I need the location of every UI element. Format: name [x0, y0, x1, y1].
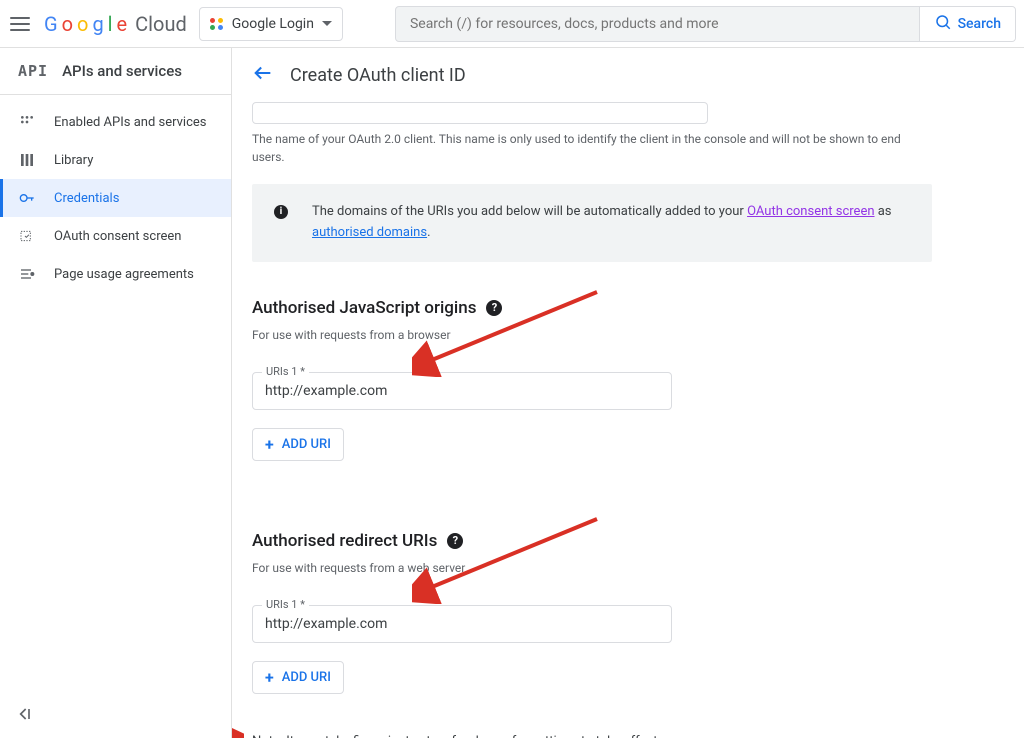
info-banner: i The domains of the URIs you add below …: [252, 184, 932, 262]
sidebar-item-label: Library: [54, 153, 93, 168]
redirect-uris-hint: For use with requests from a web server: [252, 561, 932, 575]
redirect-uri-input[interactable]: [252, 605, 672, 643]
back-arrow-icon[interactable]: [252, 62, 274, 88]
topbar: Google Cloud Google Login Search: [0, 0, 1024, 48]
chevron-down-icon: [322, 21, 332, 26]
project-selector[interactable]: Google Login: [199, 7, 343, 41]
js-origin-uri-field: URIs 1 *: [252, 372, 672, 410]
plus-icon: +: [265, 668, 274, 687]
js-origins-hint: For use with requests from a browser: [252, 328, 932, 342]
search-button[interactable]: Search: [919, 7, 1015, 41]
project-dots-icon: [210, 18, 224, 30]
sidebar-item-label: Enabled APIs and services: [54, 115, 207, 130]
dashboard-icon: [18, 113, 36, 131]
info-text: The domains of the URIs you add below wi…: [312, 202, 910, 244]
search-icon: [934, 13, 952, 35]
help-icon[interactable]: ?: [486, 300, 502, 316]
info-icon: i: [274, 205, 288, 219]
google-cloud-logo[interactable]: Google Cloud: [44, 12, 187, 36]
sidebar: API APIs and services Enabled APIs and s…: [0, 48, 232, 738]
redirect-uri-field: URIs 1 *: [252, 605, 672, 643]
add-uri-button-2[interactable]: + ADD URI: [252, 661, 344, 694]
collapse-sidebar-icon[interactable]: [14, 704, 34, 724]
plus-icon: +: [265, 435, 274, 454]
api-icon: API: [18, 62, 48, 80]
consent-icon: [18, 227, 36, 245]
sidebar-item-credentials[interactable]: Credentials: [0, 179, 231, 217]
annotation-arrow-3: [232, 692, 244, 738]
uri2-label: URIs 1 *: [262, 598, 309, 611]
uri1-label: URIs 1 *: [262, 365, 309, 378]
search-button-label: Search: [958, 16, 1001, 32]
cloud-text: Cloud: [135, 12, 187, 36]
help-icon[interactable]: ?: [447, 533, 463, 549]
js-origins-heading: Authorised JavaScript origins ?: [252, 298, 932, 318]
search-input[interactable]: [396, 16, 919, 32]
main-content: Create OAuth client ID The name of your …: [232, 48, 1024, 738]
add-uri-button-1[interactable]: + ADD URI: [252, 428, 344, 461]
library-icon: [18, 151, 36, 169]
sidebar-item-label: OAuth consent screen: [54, 229, 181, 244]
sidebar-item-enabled-apis[interactable]: Enabled APIs and services: [0, 103, 231, 141]
sidebar-header[interactable]: API APIs and services: [0, 48, 231, 95]
key-icon: [18, 189, 36, 207]
sidebar-item-library[interactable]: Library: [0, 141, 231, 179]
search-bar: Search: [395, 6, 1016, 42]
hamburger-menu-icon[interactable]: [8, 12, 32, 36]
sidebar-item-label: Page usage agreements: [54, 267, 194, 282]
sidebar-item-label: Credentials: [54, 191, 119, 206]
oauth-consent-link[interactable]: OAuth consent screen: [747, 204, 874, 219]
effect-note: Note: It may take five minutes to a few …: [252, 734, 932, 738]
page-title: Create OAuth client ID: [290, 65, 466, 86]
page-header: Create OAuth client ID: [232, 48, 1024, 102]
redirect-uris-heading: Authorised redirect URIs ?: [252, 531, 932, 551]
js-origin-uri-input[interactable]: [252, 372, 672, 410]
client-name-input-truncated[interactable]: [252, 102, 708, 124]
sidebar-item-oauth-consent[interactable]: OAuth consent screen: [0, 217, 231, 255]
authorised-domains-link[interactable]: authorised domains: [312, 225, 427, 240]
annotation-arrow-2: [412, 504, 612, 604]
sidebar-item-page-usage[interactable]: Page usage agreements: [0, 255, 231, 293]
name-helper-text: The name of your OAuth 2.0 client. This …: [252, 130, 932, 166]
agreements-icon: [18, 265, 36, 283]
sidebar-title: APIs and services: [62, 62, 182, 80]
project-label: Google Login: [232, 16, 314, 32]
